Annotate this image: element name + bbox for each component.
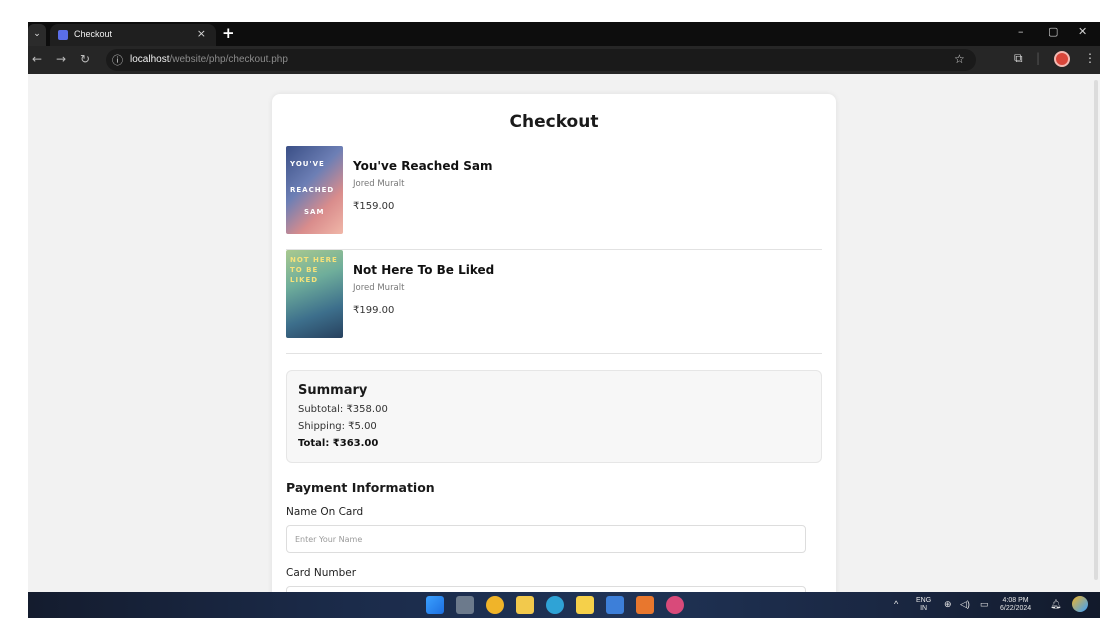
cart-item: NOT HERE TO BE LIKED Not Here To Be Like… xyxy=(286,250,822,354)
file-explorer-icon[interactable] xyxy=(516,596,534,614)
tab-checkout[interactable]: Checkout × xyxy=(50,24,216,46)
maximize-icon[interactable]: ▢ xyxy=(1048,25,1058,38)
cover-text: LIKED xyxy=(290,276,319,284)
sticky-notes-icon[interactable] xyxy=(576,596,594,614)
chrome-icon[interactable] xyxy=(486,596,504,614)
page-viewport: Checkout YOU'VE REACHED SAM You've Reach… xyxy=(28,74,1100,592)
item-title: Not Here To Be Liked xyxy=(353,263,495,277)
minimize-icon[interactable]: – xyxy=(1018,25,1024,38)
url-text: localhost/website/php/checkout.php xyxy=(130,54,288,65)
browser-toolbar: ← → ↻ ⓘ localhost/website/php/checkout.p… xyxy=(28,46,1100,74)
clock[interactable]: 4:08 PM 6/22/2024 xyxy=(1000,597,1031,613)
mail-icon[interactable] xyxy=(606,596,624,614)
language-indicator[interactable]: ENG IN xyxy=(916,597,931,613)
item-author: Jored Muralt xyxy=(353,179,405,189)
item-price: ₹159.00 xyxy=(353,201,395,212)
tab-title: Checkout xyxy=(74,29,113,39)
cart-item: YOU'VE REACHED SAM You've Reached Sam Jo… xyxy=(286,146,822,250)
card-number-label: Card Number xyxy=(286,567,357,579)
cover-text: REACHED xyxy=(290,186,335,194)
windows-taskbar: ^ ENG IN ⊕ ◁) ▭ 4:08 PM 6/22/2024 🔔︎ xyxy=(28,592,1100,618)
name-on-card-input[interactable] xyxy=(286,525,806,553)
item-title: You've Reached Sam xyxy=(353,159,493,173)
task-view-icon[interactable] xyxy=(456,596,474,614)
tab-search-icon[interactable]: ⌄ xyxy=(28,24,46,46)
cover-text: SAM xyxy=(304,208,325,216)
address-bar[interactable]: ⓘ localhost/website/php/checkout.php ☆ xyxy=(106,49,976,71)
tab-strip: ⌄ Checkout × + – ▢ ✕ xyxy=(28,22,1100,46)
language-top: ENG xyxy=(916,597,932,604)
battery-icon[interactable]: ▭ xyxy=(980,599,989,610)
summary-subtotal: Subtotal: ₹358.00 xyxy=(298,404,388,415)
show-hidden-icons-icon[interactable]: ^ xyxy=(894,599,898,609)
item-author: Jored Muralt xyxy=(353,283,405,293)
cover-text: YOU'VE xyxy=(290,160,325,168)
cover-text: TO BE xyxy=(290,266,319,274)
toolbar-divider: | xyxy=(1036,51,1041,65)
clock-date: 6/22/2024 xyxy=(1000,605,1032,612)
url-path: /website/php/checkout.php xyxy=(169,54,288,65)
screen: ⌄ Checkout × + – ▢ ✕ ← → ↻ ⓘ localhost/w… xyxy=(28,22,1100,618)
volume-icon[interactable]: ◁) xyxy=(960,599,970,610)
edge-icon[interactable] xyxy=(546,596,564,614)
book-cover-image: YOU'VE REACHED SAM xyxy=(286,146,343,234)
back-icon[interactable]: ← xyxy=(32,52,42,66)
photos-icon[interactable] xyxy=(636,596,654,614)
favicon-icon xyxy=(58,30,68,40)
order-summary: Summary Subtotal: ₹358.00 Shipping: ₹5.0… xyxy=(286,370,822,463)
kebab-menu-icon[interactable]: ⋮ xyxy=(1084,51,1096,65)
start-icon[interactable] xyxy=(426,596,444,614)
notification-bell-icon[interactable]: 🔔︎ xyxy=(1050,599,1061,610)
copilot-icon[interactable] xyxy=(1072,596,1088,612)
chrome-profile-icon[interactable] xyxy=(666,596,684,614)
checkout-card: Checkout YOU'VE REACHED SAM You've Reach… xyxy=(272,94,836,592)
clock-time: 4:08 PM xyxy=(1002,597,1029,604)
forward-icon[interactable]: → xyxy=(56,52,66,66)
name-on-card-label: Name On Card xyxy=(286,506,364,518)
star-icon[interactable]: ☆ xyxy=(954,52,965,66)
cover-text: NOT HERE xyxy=(290,256,338,264)
summary-shipping: Shipping: ₹5.00 xyxy=(298,421,377,432)
summary-total: Total: ₹363.00 xyxy=(298,438,379,449)
reload-icon[interactable]: ↻ xyxy=(80,52,90,66)
tab-close-icon[interactable]: × xyxy=(197,27,206,40)
summary-title: Summary xyxy=(298,383,368,398)
page-scrollbar[interactable] xyxy=(1094,80,1098,580)
item-price: ₹199.00 xyxy=(353,305,395,316)
url-host: localhost xyxy=(130,54,170,65)
book-cover-image: NOT HERE TO BE LIKED xyxy=(286,250,343,338)
page-title: Checkout xyxy=(509,112,599,132)
network-icon[interactable]: ⊕ xyxy=(944,599,952,610)
language-bottom: IN xyxy=(920,605,928,612)
profile-avatar[interactable] xyxy=(1054,51,1070,67)
site-info-icon[interactable]: ⓘ xyxy=(112,52,123,68)
payment-section-title: Payment Information xyxy=(286,480,435,495)
new-tab-button[interactable]: + xyxy=(222,24,235,42)
extensions-icon[interactable]: ⧉ xyxy=(1014,51,1023,66)
close-icon[interactable]: ✕ xyxy=(1078,25,1087,38)
